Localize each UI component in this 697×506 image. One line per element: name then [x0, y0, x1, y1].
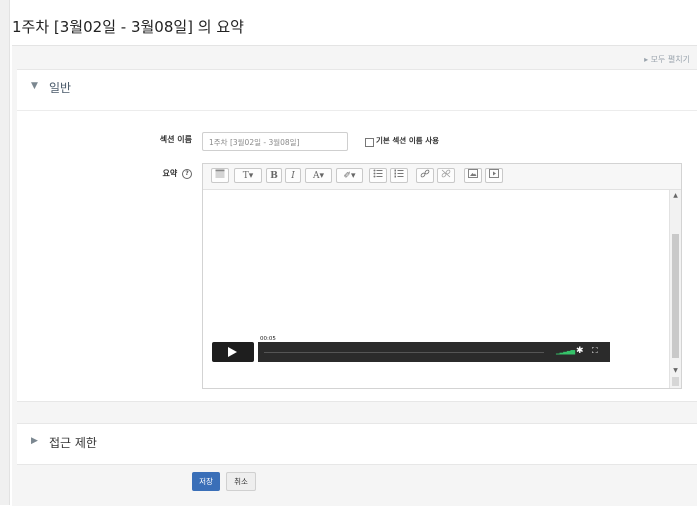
resize-handle[interactable]	[672, 377, 679, 386]
caret-right-icon: ▶	[31, 436, 38, 446]
summary-label-group: 요약 ?	[162, 168, 192, 179]
section-name-value: 1주차 [3월02일 - 3월08일]	[209, 138, 300, 147]
use-default-name-checkbox[interactable]	[365, 138, 374, 147]
general-section: ▼ 일반 섹션 이름 1주차 [3월02일 - 3월08일] 기본 섹션 이름 …	[17, 69, 697, 402]
collapse-icon[interactable]	[211, 168, 229, 183]
use-default-name-label[interactable]: 기본 섹션 이름 사용	[376, 135, 439, 146]
scroll-thumb[interactable]	[672, 234, 679, 358]
left-edge	[0, 0, 10, 505]
image-icon[interactable]	[464, 168, 482, 183]
paragraph-styles-icon[interactable]: T▾	[234, 168, 262, 183]
highlight-icon[interactable]: ✐▾	[336, 168, 363, 183]
scroll-down-icon[interactable]: ▼	[670, 367, 681, 374]
fullscreen-icon[interactable]: ⛶	[592, 346, 598, 356]
player-time: 00:05	[259, 336, 277, 342]
volume-icon[interactable]: ▁▂▃▄▅	[556, 348, 575, 355]
player-controls: 00:05 ▁▂▃▄▅ ✱ ⛶	[258, 336, 610, 362]
scroll-up-icon[interactable]: ▲	[670, 192, 681, 199]
help-icon[interactable]: ?	[182, 168, 192, 179]
save-button[interactable]: 저장	[192, 472, 220, 491]
italic-icon[interactable]: I	[285, 168, 301, 183]
summary-editor[interactable]: T▾ B I A▾ ✐▾ 00:05 ▁▂▃▄▅ ✱ ⛶ ▲ ▼	[202, 163, 682, 389]
section-name-input[interactable]: 1주차 [3월02일 - 3월08일]	[202, 132, 348, 151]
page-title: 1주차 [3월02일 - 3월08일] 의 요약	[12, 18, 244, 36]
access-section-title: 접근 제한	[49, 436, 97, 450]
summary-label: 요약	[162, 169, 178, 178]
play-button[interactable]	[212, 342, 254, 362]
font-color-icon[interactable]: A▾	[305, 168, 332, 183]
unlink-icon[interactable]	[437, 168, 455, 183]
caret-down-icon: ▼	[31, 81, 38, 91]
link-icon[interactable]	[416, 168, 434, 183]
expand-all-label: 모두 펼치기	[650, 55, 690, 64]
play-icon	[228, 347, 237, 357]
media-icon[interactable]	[485, 168, 503, 183]
editor-content-area[interactable]: 00:05 ▁▂▃▄▅ ✱ ⛶	[203, 190, 669, 388]
section-name-label: 섹션 이름	[159, 135, 192, 144]
general-section-title: 일반	[49, 81, 72, 95]
access-restriction-section[interactable]: ▶ 접근 제한	[17, 423, 697, 465]
edit-form-card: ▸ 모두 펼치기 ▼ 일반 섹션 이름 1주차 [3월02일 - 3월08일] …	[12, 45, 697, 506]
player-progress-bar[interactable]	[264, 352, 544, 353]
bold-icon[interactable]: B	[266, 168, 282, 183]
editor-toolbar: T▾ B I A▾ ✐▾	[203, 164, 681, 190]
editor-scrollbar[interactable]: ▲ ▼	[669, 190, 681, 388]
video-player: 00:05 ▁▂▃▄▅ ✱ ⛶	[212, 336, 610, 362]
ordered-list-icon[interactable]	[390, 168, 408, 183]
gear-icon[interactable]: ✱	[576, 346, 584, 356]
caret-right-icon: ▸	[644, 55, 649, 64]
expand-all-link[interactable]: ▸ 모두 펼치기	[644, 54, 690, 65]
cancel-button[interactable]: 취소	[226, 472, 256, 491]
unordered-list-icon[interactable]	[369, 168, 387, 183]
general-section-header[interactable]: ▼ 일반	[17, 70, 697, 111]
